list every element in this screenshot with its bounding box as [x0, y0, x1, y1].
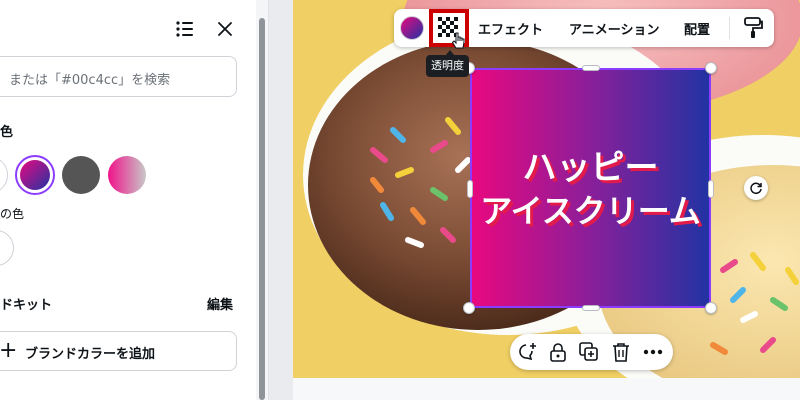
swatch-white[interactable]	[0, 156, 8, 194]
canvas-bottom-area	[293, 378, 800, 400]
copy-style-icon[interactable]	[743, 17, 763, 43]
close-icon[interactable]	[214, 18, 236, 40]
resize-handle-bottom[interactable]	[582, 305, 600, 311]
panel-scrollbar-thumb[interactable]	[259, 18, 265, 400]
swatch-add-color[interactable]	[0, 230, 14, 266]
swatch-selected-gradient[interactable]	[15, 155, 55, 195]
add-comment-icon[interactable]	[516, 341, 538, 363]
resize-handle-top[interactable]	[582, 65, 600, 71]
color-search-input[interactable]: または「#00c4cc」を検索	[0, 56, 237, 97]
animate-button[interactable]: アニメーション	[569, 19, 659, 38]
resize-handle-bottom-left[interactable]	[463, 302, 475, 314]
transparency-button-highlight[interactable]	[429, 9, 469, 49]
transparency-tooltip: 透明度	[426, 55, 469, 77]
mouse-cursor-icon	[451, 32, 465, 49]
color-picker-button[interactable]	[400, 16, 424, 40]
effects-button[interactable]: エフェクト	[478, 19, 543, 38]
panel-divider	[268, 0, 269, 400]
delete-icon[interactable]	[610, 341, 632, 363]
swatch-pink-gradient[interactable]	[108, 156, 146, 194]
swatch-gradient-fill	[20, 160, 50, 190]
brand-kit-title: ドキット	[0, 298, 53, 313]
position-button[interactable]: 配置	[684, 19, 710, 38]
add-brand-color-button[interactable]: + ブランドカラーを追加	[0, 331, 237, 371]
recent-colors-caption: の色	[0, 207, 25, 221]
color-panel: または「#00c4cc」を検索 色 の色 ドキット 編集 + ブランドカラーを追…	[0, 0, 256, 400]
object-actions-toolbar	[510, 334, 673, 370]
resize-handle-left[interactable]	[467, 180, 473, 198]
element-toolbar: エフェクト アニメーション 配置	[394, 9, 774, 49]
design-text-line-2: アイスクリーム	[480, 192, 701, 230]
lock-icon[interactable]	[547, 341, 569, 363]
selected-text-box[interactable]: ハッピー アイスクリーム	[470, 68, 711, 308]
resize-handle-bottom-right[interactable]	[705, 302, 717, 314]
swatch-dark-gray[interactable]	[62, 156, 100, 194]
toolbar-divider	[729, 17, 730, 39]
resize-handle-right[interactable]	[708, 180, 714, 198]
more-options-icon[interactable]	[642, 341, 664, 363]
search-placeholder: または「#00c4cc」を検索	[9, 73, 171, 88]
color-section-title: 色	[0, 125, 14, 140]
resize-handle-top-right[interactable]	[705, 62, 717, 74]
add-brand-color-label: ブランドカラーを追加	[25, 347, 156, 362]
list-view-icon[interactable]	[174, 18, 196, 40]
design-text-line-1: ハッピー	[522, 148, 659, 188]
brand-kit-edit-link[interactable]: 編集	[207, 294, 233, 313]
rotate-icon[interactable]	[744, 176, 768, 200]
duplicate-icon[interactable]	[578, 341, 600, 363]
plus-icon: +	[0, 338, 18, 363]
